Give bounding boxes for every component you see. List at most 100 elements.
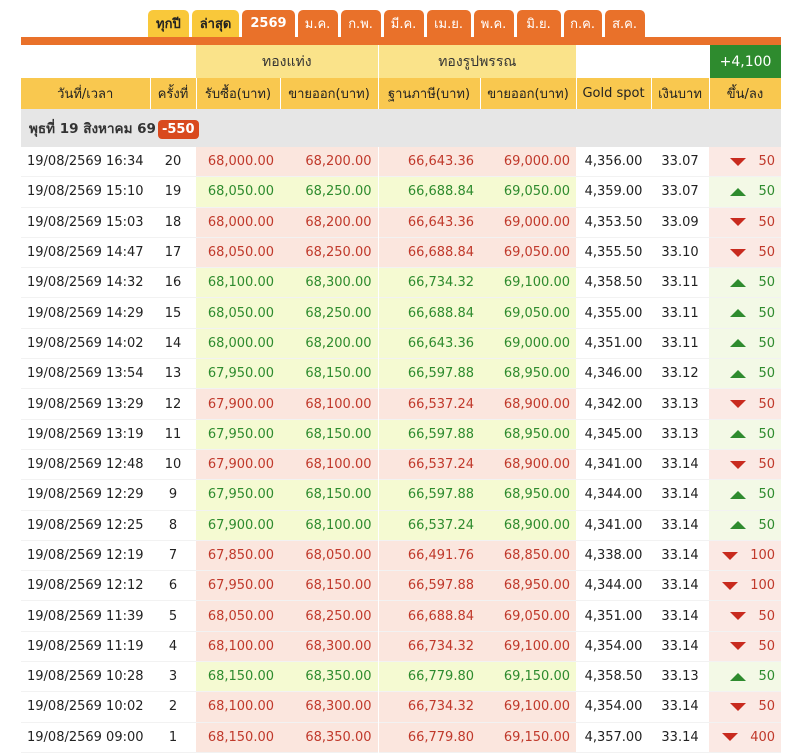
cell-datetime: 19/08/2569 13:54 [27,366,144,382]
change-value: 50 [758,305,776,321]
gold-price-table: ทองแท่ง ทองรูปพรรณ +4,100 วันที่/เวลา คร… [21,45,782,753]
cell-datetime: 19/08/2569 15:03 [27,214,144,230]
cell-change: 50 [709,419,782,450]
cell-change: 50 [709,207,782,238]
cell-count: 2 [168,699,178,715]
cell-bar-buy: 67,950.00 [196,358,280,389]
cell-bar-sell: 68,250.00 [280,297,378,329]
arrow-down-icon [730,642,747,651]
cell-datetime: 19/08/2569 12:29 [27,487,144,503]
cell-datetime: 19/08/2569 16:34 [27,154,144,170]
tab-may[interactable]: พ.ค. [473,10,514,37]
cell-datetime: 19/08/2569 12:12 [27,578,144,594]
cell-ornament-sell: 68,950.00 [480,570,577,601]
cell-ornament-sell: 68,900.00 [480,510,577,541]
change-value: 50 [758,487,776,503]
cell-count: 6 [168,578,178,594]
cell-thb: 33.14 [661,548,699,563]
cell-thb: 33.11 [661,275,699,291]
cell-change: 50 [709,661,782,692]
cell-count: 9 [168,487,178,503]
cell-count: 18 [164,214,182,230]
cell-bar-buy: 68,000.00 [196,328,280,359]
table-row: 19/08/2569 09:00 1 68,150.00 68,350.00 66,77… [21,722,782,753]
cell-bar-sell: 68,050.00 [280,540,378,571]
table-row: 19/08/2569 13:19 11 67,950.00 68,150.00 66,5… [21,419,782,450]
cell-gold-spot: 4,357.00 [584,729,643,745]
cell-ornament-sell: 69,150.00 [480,722,577,753]
cell-tax-base: 66,537.24 [377,388,480,420]
cell-ornament-sell: 69,050.00 [480,176,577,208]
col-gold-spot: Gold spot [576,78,652,109]
cell-tax-base: 66,688.84 [377,297,480,329]
change-value: 100 [750,548,776,563]
cell-ornament-sell: 68,850.00 [480,540,577,571]
cell-bar-sell: 68,150.00 [280,570,378,601]
table-row: 19/08/2569 14:47 17 68,050.00 68,250.00 66,6… [21,237,782,268]
arrow-down-icon [730,612,747,621]
arrow-down-icon [730,248,747,257]
tab-latest[interactable]: ล่าสุด [191,10,240,37]
col-bar-buy: รับซื้อ(บาท) [196,78,281,109]
cell-bar-buy: 68,100.00 [196,631,280,662]
cell-count: 13 [164,366,182,382]
tab-aug[interactable]: ส.ค. [604,10,645,37]
cell-datetime: 19/08/2569 12:48 [27,457,144,473]
cell-bar-buy: 67,950.00 [196,419,280,450]
cell-datetime: 19/08/2569 14:32 [27,275,144,291]
table-row: 19/08/2569 12:19 7 67,850.00 68,050.00 66,49… [21,540,782,571]
cell-ornament-sell: 68,950.00 [480,419,577,450]
cell-bar-sell: 68,250.00 [280,237,378,268]
cell-count: 12 [164,396,182,412]
col-thb: เงินบาท [651,78,710,109]
cell-change: 50 [709,631,782,662]
cell-change: 50 [709,297,782,329]
cell-tax-base: 66,688.84 [377,600,480,632]
change-value: 50 [758,214,776,230]
cell-datetime: 19/08/2569 10:28 [27,669,144,685]
tab-all-years[interactable]: ทุกปี [148,10,189,37]
cell-change: 400 [709,722,782,753]
table-row: 19/08/2569 10:28 3 68,150.00 68,350.00 66,77… [21,661,782,692]
cell-tax-base: 66,597.88 [377,358,480,389]
arrow-down-icon [730,218,747,227]
cell-bar-buy: 68,000.00 [196,207,280,238]
tab-jan[interactable]: ม.ค. [297,10,338,37]
column-header-row: วันที่/เวลา ครั้งที่ รับซื้อ(บาท) ขายออก… [21,78,782,109]
cell-datetime: 19/08/2569 14:47 [27,245,144,261]
arrow-up-icon [730,309,747,318]
cell-change: 50 [709,328,782,359]
cell-datetime: 19/08/2569 14:02 [27,335,144,351]
cell-change: 50 [709,479,782,511]
tab-year-2569[interactable]: 2569 [242,10,295,37]
cell-change: 50 [709,600,782,632]
arrow-up-icon [730,369,747,378]
change-value: 100 [750,578,776,594]
change-value: 400 [750,729,776,745]
tab-apr[interactable]: เม.ย. [426,10,471,37]
cell-thb: 33.07 [661,154,699,170]
day-label: พุธที่ 19 สิงหาคม 69 [29,121,156,137]
cell-ornament-sell: 69,050.00 [480,297,577,329]
arrow-down-icon [730,157,747,166]
cell-bar-buy: 67,950.00 [196,570,280,601]
tab-jun[interactable]: มิ.ย. [516,10,561,37]
col-change: ขึ้น/ลง [709,78,782,109]
tab-feb[interactable]: ก.พ. [340,10,381,37]
tab-mar[interactable]: มี.ค. [383,10,424,37]
cell-datetime: 19/08/2569 11:19 [27,638,144,654]
cell-thb: 33.14 [661,608,699,624]
cell-count: 10 [164,457,182,473]
arrow-up-icon [730,490,747,499]
cell-datetime: 19/08/2569 14:29 [27,305,144,321]
tab-jul[interactable]: ก.ค. [563,10,602,37]
cell-datetime: 19/08/2569 15:10 [27,184,144,200]
cell-count: 7 [168,548,178,563]
cell-thb: 33.13 [661,396,699,412]
cell-thb: 33.11 [661,335,699,351]
table-row: 19/08/2569 15:10 19 68,050.00 68,250.00 66,6… [21,176,782,208]
change-value: 50 [758,154,776,170]
cell-bar-buy: 67,900.00 [196,388,280,420]
cell-thb: 33.14 [661,517,699,533]
arrow-down-icon [730,460,747,469]
